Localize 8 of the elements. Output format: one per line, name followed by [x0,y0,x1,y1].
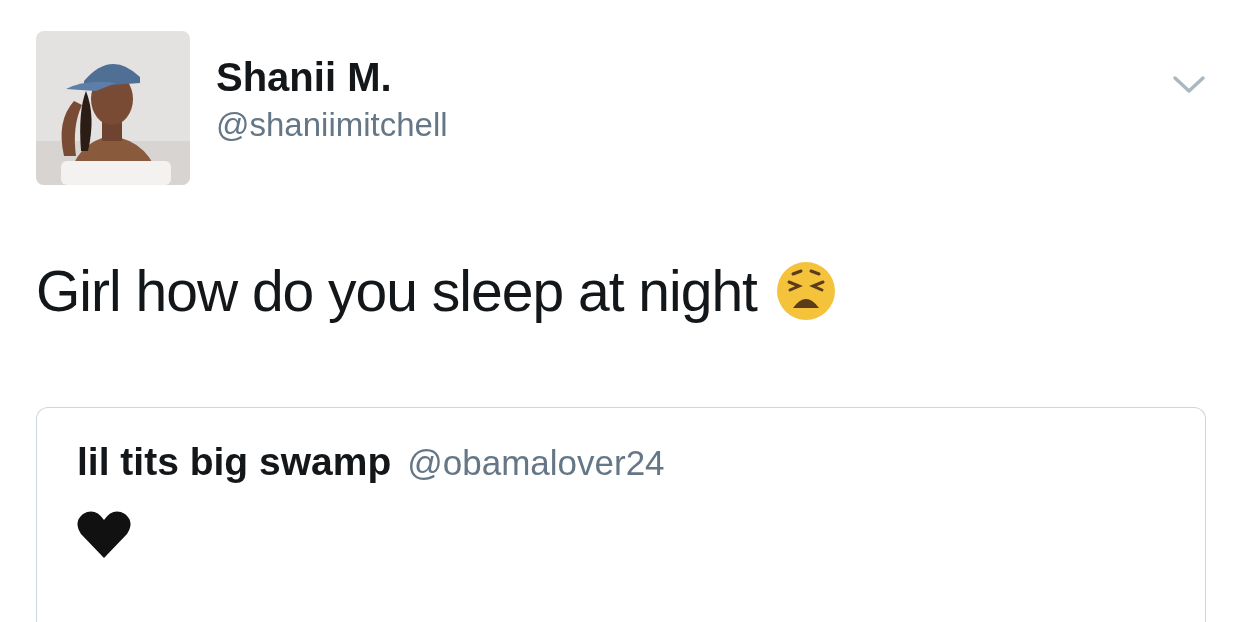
chevron-down-icon[interactable] [1172,75,1206,95]
author-name[interactable]: Shanii M. [216,55,1146,99]
author-handle[interactable]: @shaniimitchell [216,107,1146,144]
quoted-author-name: lil tits big swamp [77,440,392,485]
quoted-tweet-card[interactable]: lil tits big swamp @obamalover24 [36,407,1206,622]
tweet-text: Girl how do you sleep at night [36,258,757,325]
quoted-author-handle: @obamalover24 [407,443,665,484]
weary-face-icon [774,260,837,323]
